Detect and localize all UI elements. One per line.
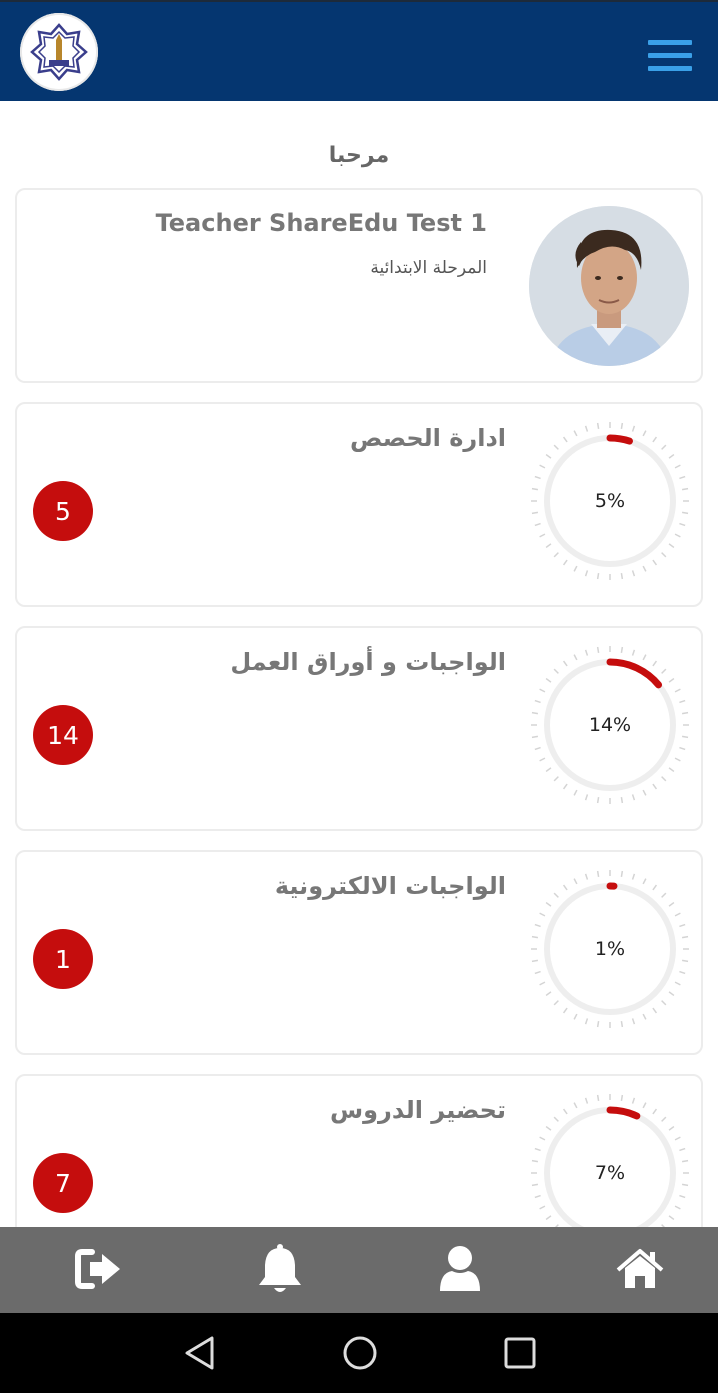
teacher-name: Teacher ShareEdu Test 1	[155, 209, 487, 237]
count-badge: 7	[33, 1153, 93, 1213]
home-icon[interactable]	[612, 1241, 668, 1297]
count-badge: 14	[33, 705, 93, 765]
profile-card[interactable]: Teacher ShareEdu Test 1 المرحلة الابتدائ…	[15, 188, 703, 383]
greeting-text: مرحبا	[328, 143, 390, 168]
gauge-percent-label: 14%	[588, 714, 632, 736]
home-circle-icon[interactable]	[340, 1333, 380, 1373]
bottom-nav	[0, 1227, 718, 1313]
stat-card-e-homework[interactable]: الواجبات الالكترونية 1 1%	[15, 850, 703, 1055]
stat-title: الواجبات و أوراق العمل	[230, 648, 506, 676]
recents-square-icon[interactable]	[500, 1333, 540, 1373]
school-stage: المرحلة الابتدائية	[370, 258, 487, 278]
user-icon[interactable]	[432, 1241, 488, 1297]
hamburger-menu-icon[interactable]	[648, 40, 692, 84]
school-logo-icon[interactable]	[20, 13, 98, 91]
gauge-percent-label: 5%	[594, 490, 626, 512]
stat-card-homework[interactable]: الواجبات و أوراق العمل 14 14%	[15, 626, 703, 831]
count-badge: 5	[33, 481, 93, 541]
avatar[interactable]	[529, 206, 689, 366]
stat-card-classes[interactable]: ادارة الحصص 5 5%	[15, 402, 703, 607]
stat-title: الواجبات الالكترونية	[274, 872, 506, 900]
bell-icon[interactable]	[252, 1241, 308, 1297]
system-nav-bar	[0, 1313, 718, 1393]
back-triangle-icon[interactable]	[180, 1333, 220, 1373]
count-badge: 1	[33, 929, 93, 989]
stat-title: ادارة الحصص	[349, 424, 506, 452]
stat-title: تحضير الدروس	[330, 1096, 506, 1124]
app-header	[0, 0, 718, 101]
logout-icon[interactable]	[70, 1241, 126, 1297]
gauge-percent-label: 1%	[594, 938, 626, 960]
